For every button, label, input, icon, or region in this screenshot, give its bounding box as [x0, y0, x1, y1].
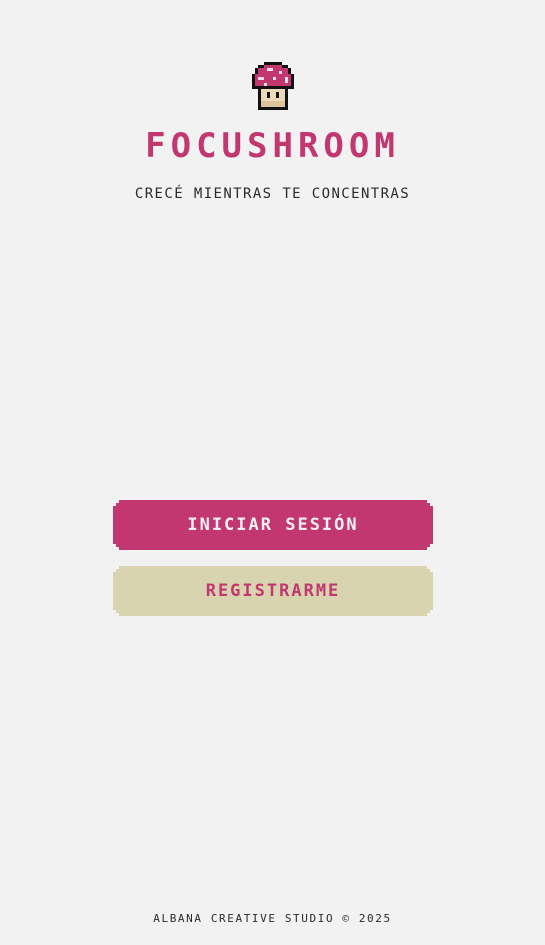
app-tagline: CRECÉ MIENTRAS TE CONCENTRAS	[134, 186, 411, 202]
mushroom-logo-icon	[250, 60, 296, 110]
footer-credits: ALBANA CREATIVE STUDIO © 2025	[153, 912, 392, 925]
app-title: FOCUSHROOM	[145, 126, 400, 166]
login-button[interactable]: INICIAR SESIÓN	[113, 500, 433, 550]
register-button[interactable]: REGISTRARME	[113, 566, 433, 616]
